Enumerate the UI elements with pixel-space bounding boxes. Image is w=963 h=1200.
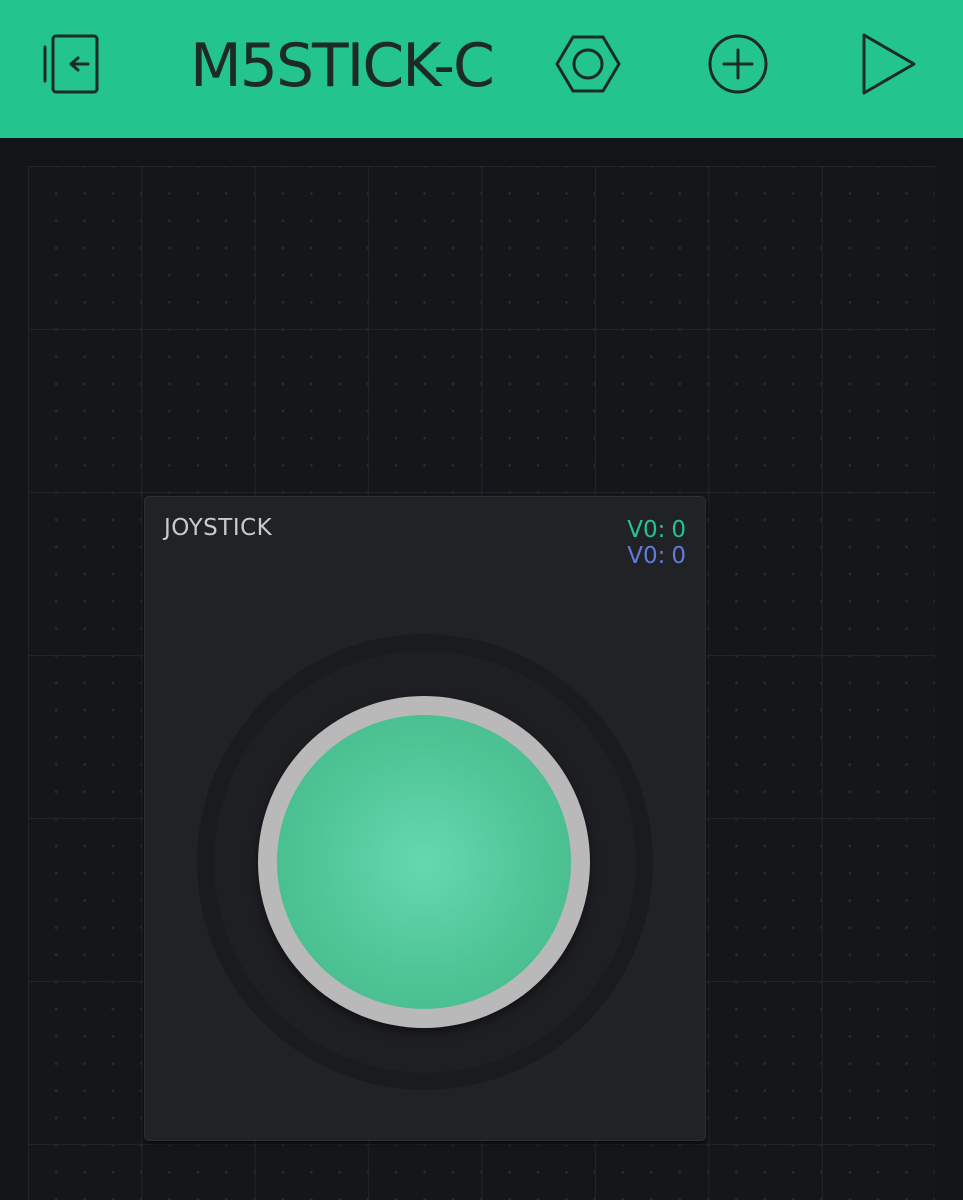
pin-y-readout: V0: 0: [627, 543, 686, 569]
pin-x-label: V0:: [627, 517, 666, 543]
pin-x-value: 0: [671, 517, 686, 543]
exit-icon: [43, 34, 99, 94]
back-button[interactable]: [40, 29, 110, 99]
widget-title: JOYSTICK: [164, 515, 273, 541]
pin-y-label: V0:: [627, 543, 666, 569]
play-button[interactable]: [852, 29, 922, 99]
settings-button[interactable]: [553, 29, 623, 99]
pin-x-readout: V0: 0: [627, 517, 686, 543]
hex-nut-settings-icon: [555, 35, 621, 93]
top-toolbar: M5STICK-Camera: [0, 0, 963, 138]
app-screen: M5STICK-Camera: [0, 0, 963, 1200]
joystick-widget[interactable]: JOYSTICK V0: 0 V0: 0: [144, 496, 706, 1141]
joystick-knob[interactable]: [258, 696, 590, 1028]
add-widget-button[interactable]: [703, 29, 773, 99]
project-title: M5STICK-Camera: [190, 31, 495, 101]
circle-plus-icon: [708, 34, 768, 94]
play-triangle-icon: [862, 33, 916, 95]
pin-y-value: 0: [671, 543, 686, 569]
joystick-knob-face: [277, 715, 571, 1009]
